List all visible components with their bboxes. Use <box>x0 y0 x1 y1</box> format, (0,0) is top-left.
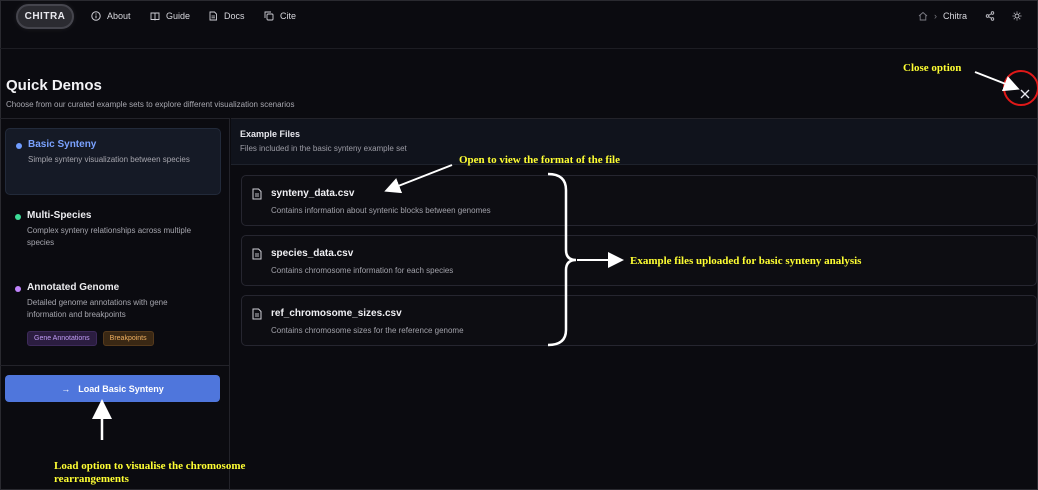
page-title: Quick Demos <box>6 77 102 94</box>
load-demo-button[interactable]: → Load Basic Synteny <box>5 375 220 402</box>
nav-docs-label: Docs <box>224 11 245 21</box>
info-icon <box>91 11 101 21</box>
close-annotation-label: Close option <box>903 62 962 74</box>
breadcrumb: › Chitra <box>918 11 967 21</box>
load-annotation-label-line2: rearrangements <box>54 473 129 485</box>
tag-badge: Breakpoints <box>102 331 154 346</box>
load-annotation-label-line1: Load option to visualise the chromosome <box>54 460 246 472</box>
demo-item-basic-synteny[interactable]: Basic Synteny Simple synteny visualizati… <box>5 128 221 195</box>
file-name: synteny_data.csv <box>271 188 355 199</box>
example-files-subtitle: Files included in the basic synteny exam… <box>240 144 407 153</box>
copy-icon <box>264 11 274 21</box>
book-icon <box>150 12 160 21</box>
example-files-header: Example Files Files included in the basi… <box>231 119 1037 165</box>
file-description: Contains chromosome information for each… <box>271 266 454 275</box>
file-card-ref-chromosome-sizes[interactable]: ref_chromosome_sizes.csv Contains chromo… <box>241 295 1037 346</box>
demo-item-annotated-genome[interactable]: Annotated Genome Detailed genome annotat… <box>5 272 221 352</box>
tag-badge: Gene Annotations <box>27 331 97 346</box>
chevron-right-icon: › <box>934 11 937 21</box>
close-icon[interactable] <box>1019 88 1031 100</box>
sun-icon <box>1012 11 1022 21</box>
left-panel-divider <box>0 365 230 366</box>
demo-description: Complex synteny relationships across mul… <box>27 226 192 247</box>
nav-cite-label: Cite <box>280 11 297 21</box>
file-name: ref_chromosome_sizes.csv <box>271 308 402 319</box>
file-description: Contains chromosome sizes for the refere… <box>271 326 464 335</box>
status-dot <box>16 143 22 149</box>
theme-toggle-button[interactable] <box>1012 11 1022 21</box>
demo-description: Detailed genome annotations with gene in… <box>27 298 168 319</box>
nav-docs[interactable]: Docs <box>208 11 245 21</box>
arrow-right-icon: → <box>61 383 71 394</box>
example-files-title: Example Files <box>240 129 301 139</box>
share-button[interactable] <box>985 11 995 21</box>
view-format-annotation-label: Open to view the format of the file <box>459 154 620 166</box>
nav-about[interactable]: About <box>91 11 131 21</box>
demo-name: Multi-Species <box>27 210 92 221</box>
nav-guide[interactable]: Guide <box>150 11 190 21</box>
demo-name: Basic Synteny <box>28 139 97 150</box>
file-name: species_data.csv <box>271 248 354 259</box>
top-navbar: CHITRA About Guide Docs Cite › Chitra <box>0 0 1038 34</box>
example-files-annotation-label: Example files uploaded for basic synteny… <box>630 255 862 267</box>
file-description: Contains information about syntenic bloc… <box>271 206 491 215</box>
status-dot <box>15 286 21 292</box>
nav-cite[interactable]: Cite <box>264 11 296 21</box>
demo-list-panel: Basic Synteny Simple synteny visualizati… <box>0 118 230 490</box>
status-dot <box>15 214 21 220</box>
home-icon[interactable] <box>918 11 928 21</box>
tag-group: Gene Annotations Breakpoints <box>27 331 211 346</box>
demo-description: Simple synteny visualization between spe… <box>28 155 190 164</box>
load-demo-label: Load Basic Synteny <box>78 383 164 394</box>
nav-guide-label: Guide <box>166 11 191 21</box>
breadcrumb-current: Chitra <box>943 11 968 21</box>
file-icon <box>252 248 262 260</box>
document-icon <box>209 11 217 21</box>
example-files-panel: Example Files Files included in the basi… <box>231 118 1037 490</box>
chitra-logo[interactable]: CHITRA <box>16 4 74 29</box>
demo-item-multi-species[interactable]: Multi-Species Complex synteny relationsh… <box>5 200 221 266</box>
demo-name: Annotated Genome <box>27 282 120 293</box>
header-divider <box>0 48 1038 49</box>
file-icon <box>252 308 262 320</box>
page-subtitle: Choose from our curated example sets to … <box>6 100 295 109</box>
nav-about-label: About <box>107 11 131 21</box>
file-icon <box>252 188 262 200</box>
share-icon <box>985 11 995 21</box>
file-card-synteny-data[interactable]: synteny_data.csv Contains information ab… <box>241 175 1037 226</box>
